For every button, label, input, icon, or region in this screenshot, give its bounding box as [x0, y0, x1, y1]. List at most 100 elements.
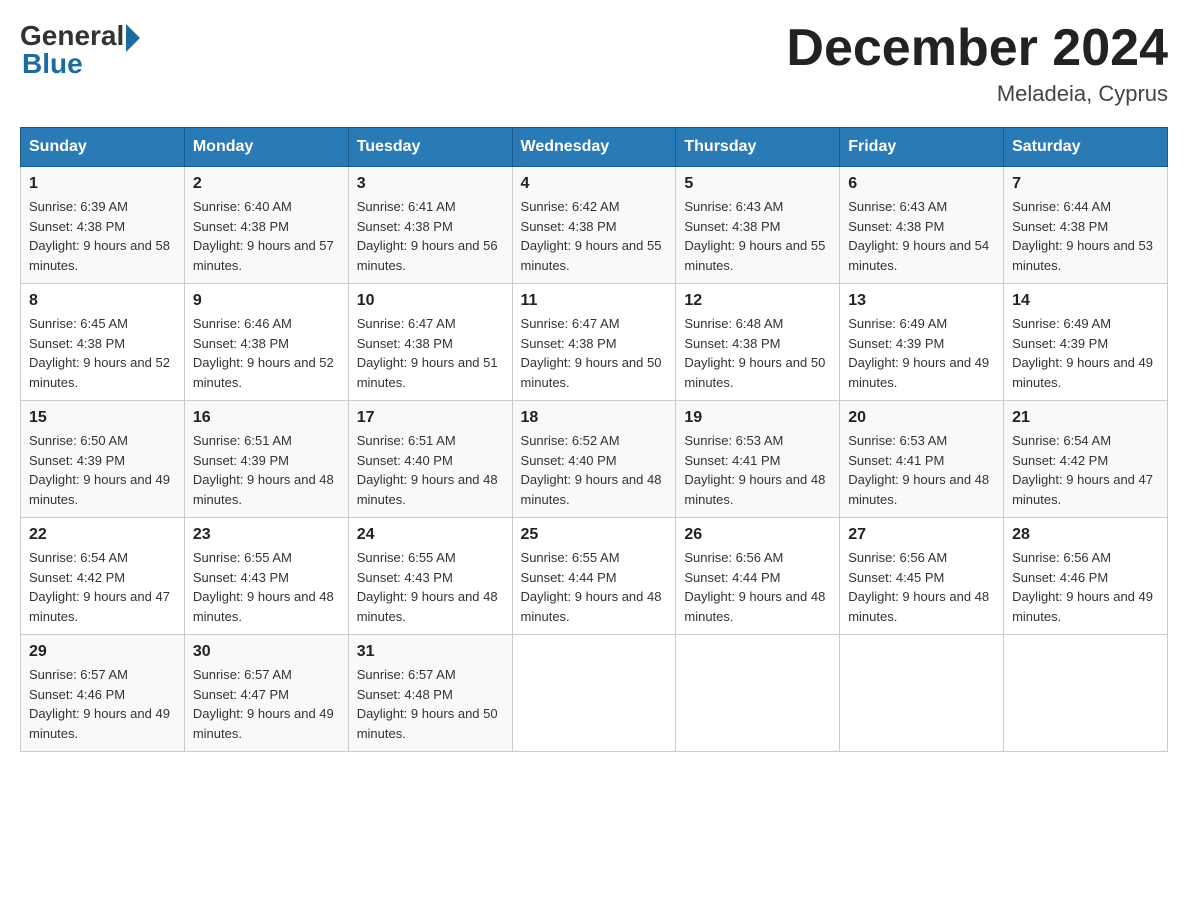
calendar-cell: 21 Sunrise: 6:54 AMSunset: 4:42 PMDaylig…	[1004, 401, 1168, 518]
calendar-week-row: 1 Sunrise: 6:39 AMSunset: 4:38 PMDayligh…	[21, 167, 1168, 284]
day-info: Sunrise: 6:55 AMSunset: 4:43 PMDaylight:…	[193, 548, 340, 626]
calendar-cell	[1004, 635, 1168, 752]
month-title: December 2024	[786, 20, 1168, 77]
day-info: Sunrise: 6:51 AMSunset: 4:39 PMDaylight:…	[193, 431, 340, 509]
calendar-cell: 5 Sunrise: 6:43 AMSunset: 4:38 PMDayligh…	[676, 167, 840, 284]
day-number: 16	[193, 409, 340, 427]
weekday-header-monday: Monday	[184, 128, 348, 167]
day-info: Sunrise: 6:53 AMSunset: 4:41 PMDaylight:…	[684, 431, 831, 509]
day-number: 22	[29, 526, 176, 544]
day-number: 7	[1012, 175, 1159, 193]
calendar-cell: 29 Sunrise: 6:57 AMSunset: 4:46 PMDaylig…	[21, 635, 185, 752]
day-info: Sunrise: 6:57 AMSunset: 4:47 PMDaylight:…	[193, 665, 340, 743]
day-info: Sunrise: 6:51 AMSunset: 4:40 PMDaylight:…	[357, 431, 504, 509]
calendar-cell: 3 Sunrise: 6:41 AMSunset: 4:38 PMDayligh…	[348, 167, 512, 284]
day-number: 23	[193, 526, 340, 544]
logo: General Blue	[20, 20, 140, 80]
weekday-header-sunday: Sunday	[21, 128, 185, 167]
calendar-cell: 12 Sunrise: 6:48 AMSunset: 4:38 PMDaylig…	[676, 284, 840, 401]
calendar-cell: 6 Sunrise: 6:43 AMSunset: 4:38 PMDayligh…	[840, 167, 1004, 284]
location-subtitle: Meladeia, Cyprus	[786, 81, 1168, 107]
calendar-cell: 7 Sunrise: 6:44 AMSunset: 4:38 PMDayligh…	[1004, 167, 1168, 284]
day-info: Sunrise: 6:46 AMSunset: 4:38 PMDaylight:…	[193, 314, 340, 392]
day-number: 12	[684, 292, 831, 310]
day-number: 29	[29, 643, 176, 661]
calendar-cell: 13 Sunrise: 6:49 AMSunset: 4:39 PMDaylig…	[840, 284, 1004, 401]
calendar-cell: 17 Sunrise: 6:51 AMSunset: 4:40 PMDaylig…	[348, 401, 512, 518]
day-number: 30	[193, 643, 340, 661]
day-info: Sunrise: 6:56 AMSunset: 4:46 PMDaylight:…	[1012, 548, 1159, 626]
day-number: 11	[521, 292, 668, 310]
day-number: 27	[848, 526, 995, 544]
calendar-cell: 14 Sunrise: 6:49 AMSunset: 4:39 PMDaylig…	[1004, 284, 1168, 401]
calendar-cell: 16 Sunrise: 6:51 AMSunset: 4:39 PMDaylig…	[184, 401, 348, 518]
calendar-cell: 19 Sunrise: 6:53 AMSunset: 4:41 PMDaylig…	[676, 401, 840, 518]
day-info: Sunrise: 6:42 AMSunset: 4:38 PMDaylight:…	[521, 197, 668, 275]
day-number: 10	[357, 292, 504, 310]
calendar-cell	[840, 635, 1004, 752]
calendar-cell: 26 Sunrise: 6:56 AMSunset: 4:44 PMDaylig…	[676, 518, 840, 635]
calendar-table: SundayMondayTuesdayWednesdayThursdayFrid…	[20, 127, 1168, 752]
calendar-header-row: SundayMondayTuesdayWednesdayThursdayFrid…	[21, 128, 1168, 167]
day-info: Sunrise: 6:53 AMSunset: 4:41 PMDaylight:…	[848, 431, 995, 509]
day-number: 5	[684, 175, 831, 193]
day-number: 6	[848, 175, 995, 193]
day-info: Sunrise: 6:49 AMSunset: 4:39 PMDaylight:…	[848, 314, 995, 392]
page-header: General Blue December 2024 Meladeia, Cyp…	[20, 20, 1168, 107]
day-info: Sunrise: 6:50 AMSunset: 4:39 PMDaylight:…	[29, 431, 176, 509]
calendar-cell: 25 Sunrise: 6:55 AMSunset: 4:44 PMDaylig…	[512, 518, 676, 635]
day-info: Sunrise: 6:39 AMSunset: 4:38 PMDaylight:…	[29, 197, 176, 275]
day-number: 31	[357, 643, 504, 661]
calendar-cell: 9 Sunrise: 6:46 AMSunset: 4:38 PMDayligh…	[184, 284, 348, 401]
day-info: Sunrise: 6:56 AMSunset: 4:44 PMDaylight:…	[684, 548, 831, 626]
day-info: Sunrise: 6:48 AMSunset: 4:38 PMDaylight:…	[684, 314, 831, 392]
day-info: Sunrise: 6:56 AMSunset: 4:45 PMDaylight:…	[848, 548, 995, 626]
calendar-cell: 15 Sunrise: 6:50 AMSunset: 4:39 PMDaylig…	[21, 401, 185, 518]
day-info: Sunrise: 6:57 AMSunset: 4:46 PMDaylight:…	[29, 665, 176, 743]
day-info: Sunrise: 6:55 AMSunset: 4:43 PMDaylight:…	[357, 548, 504, 626]
calendar-cell: 18 Sunrise: 6:52 AMSunset: 4:40 PMDaylig…	[512, 401, 676, 518]
day-number: 26	[684, 526, 831, 544]
calendar-cell	[512, 635, 676, 752]
day-number: 8	[29, 292, 176, 310]
day-info: Sunrise: 6:57 AMSunset: 4:48 PMDaylight:…	[357, 665, 504, 743]
calendar-cell: 27 Sunrise: 6:56 AMSunset: 4:45 PMDaylig…	[840, 518, 1004, 635]
calendar-cell	[676, 635, 840, 752]
calendar-cell: 30 Sunrise: 6:57 AMSunset: 4:47 PMDaylig…	[184, 635, 348, 752]
calendar-cell: 23 Sunrise: 6:55 AMSunset: 4:43 PMDaylig…	[184, 518, 348, 635]
day-number: 21	[1012, 409, 1159, 427]
day-info: Sunrise: 6:55 AMSunset: 4:44 PMDaylight:…	[521, 548, 668, 626]
day-info: Sunrise: 6:47 AMSunset: 4:38 PMDaylight:…	[357, 314, 504, 392]
day-info: Sunrise: 6:43 AMSunset: 4:38 PMDaylight:…	[684, 197, 831, 275]
day-info: Sunrise: 6:49 AMSunset: 4:39 PMDaylight:…	[1012, 314, 1159, 392]
logo-arrow-icon	[126, 24, 140, 52]
day-info: Sunrise: 6:52 AMSunset: 4:40 PMDaylight:…	[521, 431, 668, 509]
calendar-week-row: 15 Sunrise: 6:50 AMSunset: 4:39 PMDaylig…	[21, 401, 1168, 518]
calendar-cell: 11 Sunrise: 6:47 AMSunset: 4:38 PMDaylig…	[512, 284, 676, 401]
day-number: 2	[193, 175, 340, 193]
calendar-week-row: 22 Sunrise: 6:54 AMSunset: 4:42 PMDaylig…	[21, 518, 1168, 635]
day-info: Sunrise: 6:45 AMSunset: 4:38 PMDaylight:…	[29, 314, 176, 392]
day-number: 4	[521, 175, 668, 193]
weekday-header-thursday: Thursday	[676, 128, 840, 167]
calendar-cell: 31 Sunrise: 6:57 AMSunset: 4:48 PMDaylig…	[348, 635, 512, 752]
day-info: Sunrise: 6:43 AMSunset: 4:38 PMDaylight:…	[848, 197, 995, 275]
calendar-cell: 4 Sunrise: 6:42 AMSunset: 4:38 PMDayligh…	[512, 167, 676, 284]
day-number: 13	[848, 292, 995, 310]
day-number: 15	[29, 409, 176, 427]
weekday-header-tuesday: Tuesday	[348, 128, 512, 167]
day-number: 24	[357, 526, 504, 544]
calendar-cell: 22 Sunrise: 6:54 AMSunset: 4:42 PMDaylig…	[21, 518, 185, 635]
calendar-cell: 1 Sunrise: 6:39 AMSunset: 4:38 PMDayligh…	[21, 167, 185, 284]
day-number: 19	[684, 409, 831, 427]
day-info: Sunrise: 6:40 AMSunset: 4:38 PMDaylight:…	[193, 197, 340, 275]
day-info: Sunrise: 6:54 AMSunset: 4:42 PMDaylight:…	[1012, 431, 1159, 509]
weekday-header-saturday: Saturday	[1004, 128, 1168, 167]
title-block: December 2024 Meladeia, Cyprus	[786, 20, 1168, 107]
calendar-week-row: 8 Sunrise: 6:45 AMSunset: 4:38 PMDayligh…	[21, 284, 1168, 401]
day-info: Sunrise: 6:41 AMSunset: 4:38 PMDaylight:…	[357, 197, 504, 275]
day-number: 25	[521, 526, 668, 544]
logo-blue-text: Blue	[22, 48, 83, 80]
weekday-header-wednesday: Wednesday	[512, 128, 676, 167]
calendar-cell: 20 Sunrise: 6:53 AMSunset: 4:41 PMDaylig…	[840, 401, 1004, 518]
